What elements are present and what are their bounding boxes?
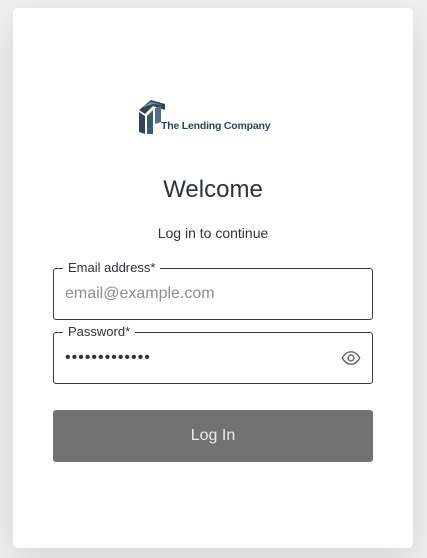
login-card: The Lending Company Welcome Log in to co… [13, 8, 413, 548]
company-logo: The Lending Company [137, 100, 287, 140]
page-subtitle: Log in to continue [157, 225, 269, 241]
email-field: Email address* [53, 259, 373, 320]
page-title: Welcome [163, 176, 263, 203]
password-field: Password* [53, 323, 373, 384]
eye-icon [341, 351, 361, 365]
login-button[interactable]: Log In [53, 410, 373, 462]
show-password-button[interactable] [340, 348, 362, 370]
password-input[interactable] [54, 333, 372, 383]
logo-text: The Lending Company [161, 120, 271, 132]
email-input[interactable] [54, 269, 372, 319]
